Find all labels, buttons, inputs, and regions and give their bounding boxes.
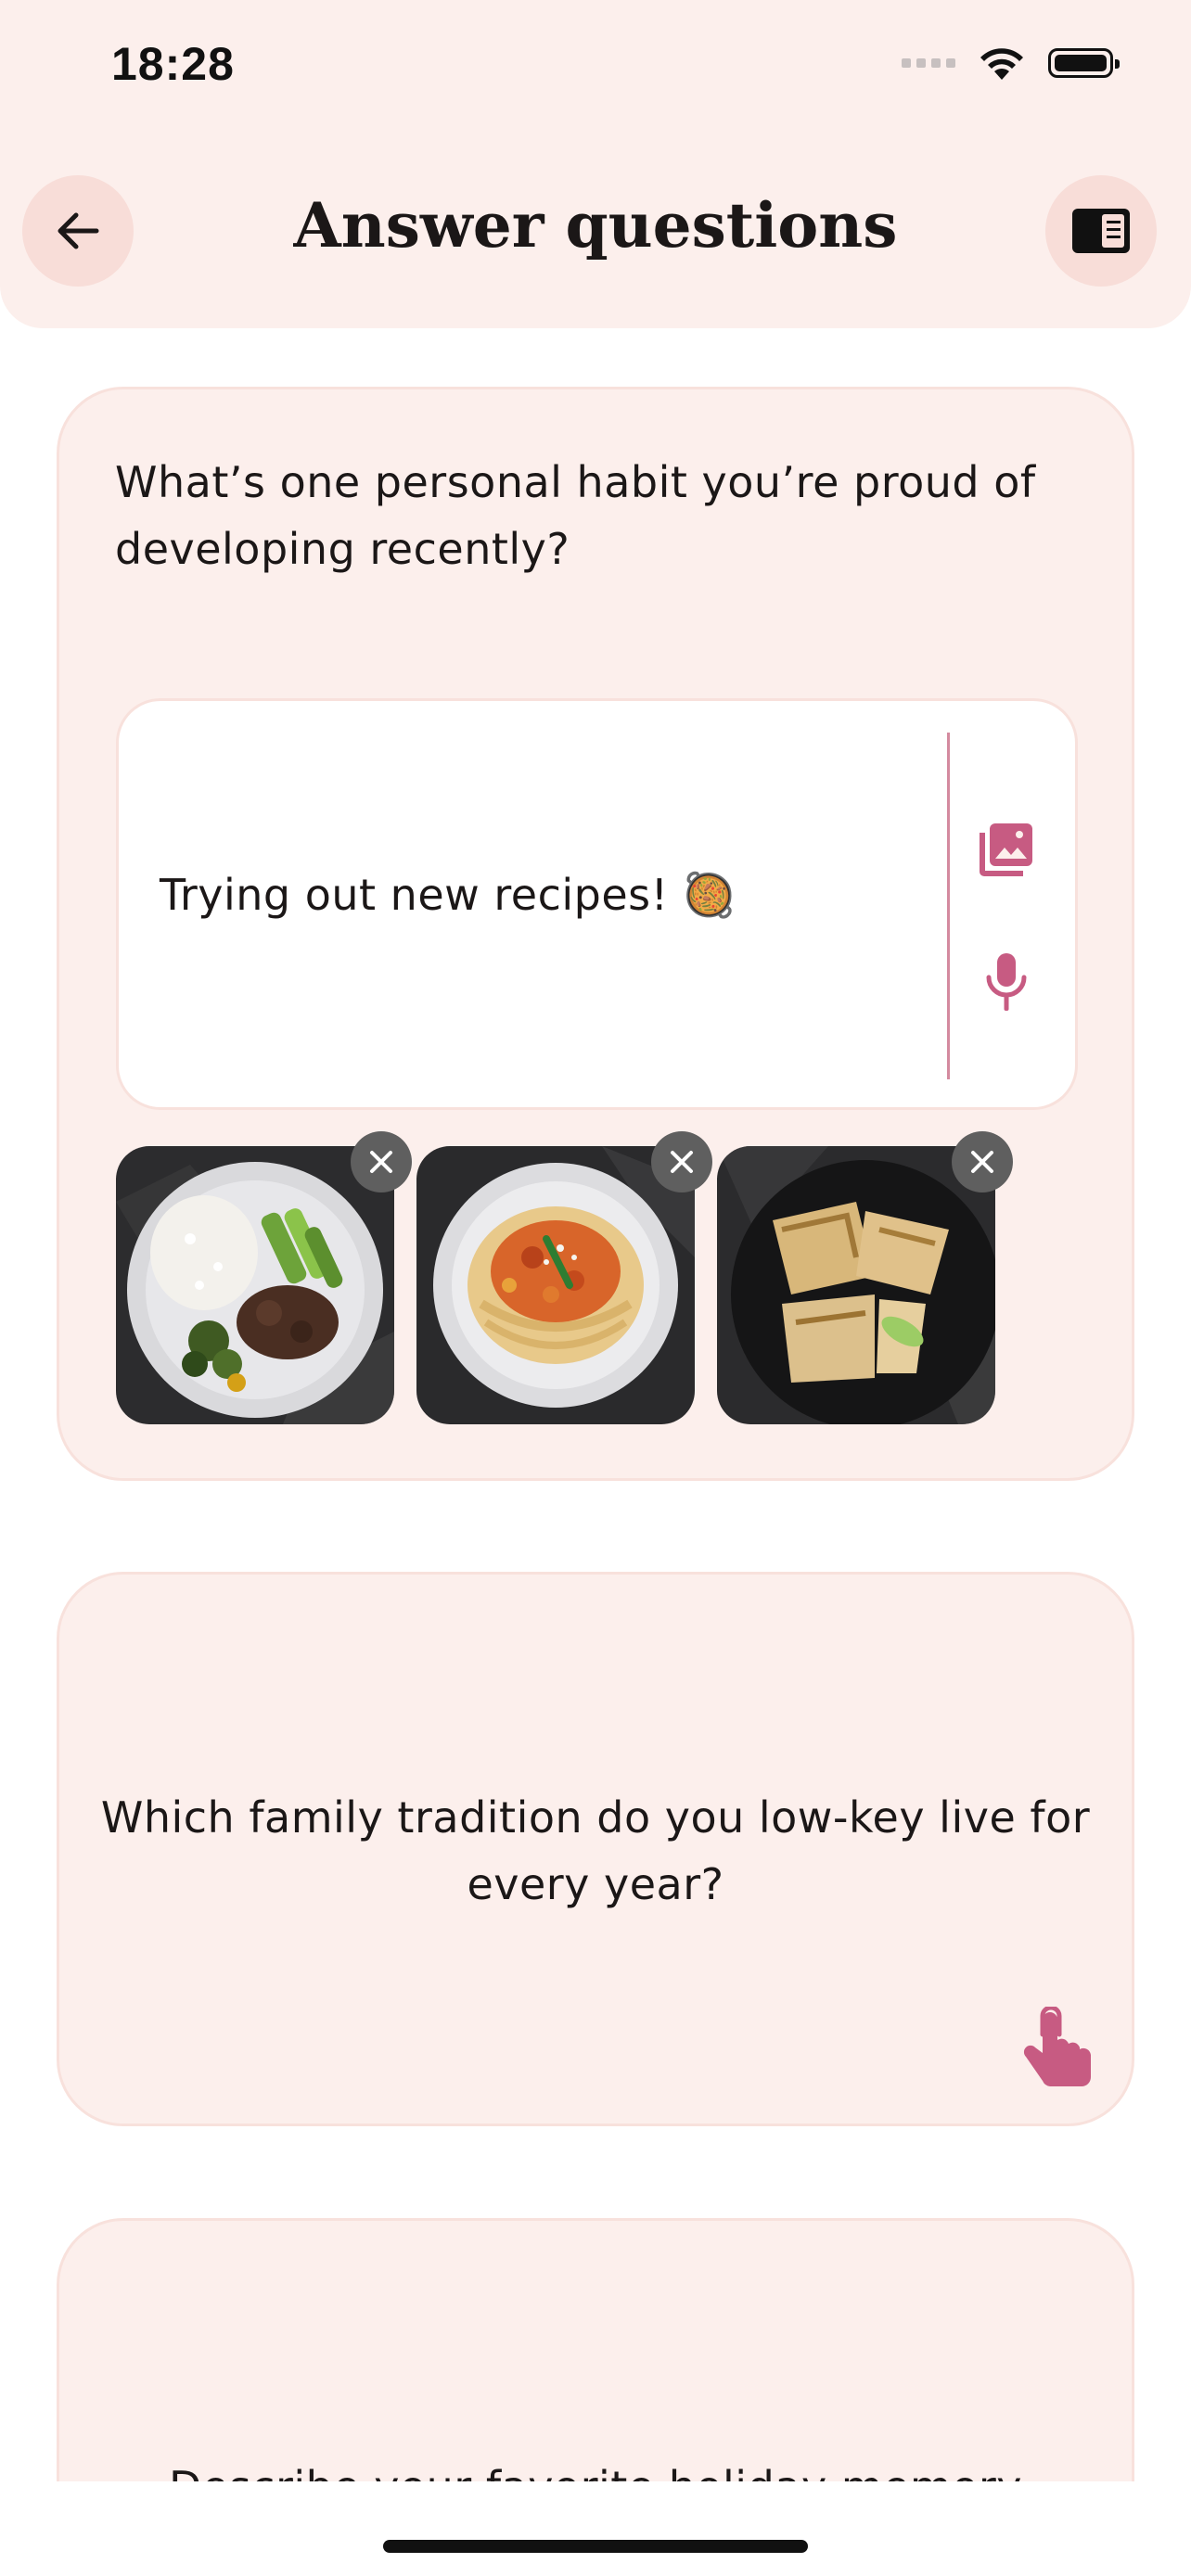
answer-text[interactable]: Trying out new recipes! 🥘 <box>160 870 736 921</box>
tap-hand-icon[interactable] <box>1022 2007 1096 2092</box>
answer-input[interactable]: Trying out new recipes! 🥘 <box>116 698 1078 1110</box>
wifi-icon <box>980 48 1023 80</box>
cellular-signal-icon <box>902 58 955 68</box>
photo-library-icon <box>980 823 1032 876</box>
close-icon <box>370 1151 392 1173</box>
question-text: What’s one personal habit you’re proud o… <box>115 457 1036 574</box>
attachment-photo-wraps[interactable] <box>717 1146 995 1424</box>
question-card-2[interactable]: Which family tradition do you low-key li… <box>57 1572 1134 2126</box>
remove-attachment-button[interactable] <box>651 1131 712 1192</box>
attachment-photo-pasta[interactable] <box>416 1146 695 1424</box>
remove-attachment-button[interactable] <box>351 1131 412 1192</box>
remove-attachment-button[interactable] <box>952 1131 1013 1192</box>
question-text: Which family tradition do you low-key li… <box>100 1792 1091 1909</box>
attachment-photo-rice-beef[interactable] <box>116 1146 394 1424</box>
voice-input-button[interactable] <box>969 945 1044 1019</box>
page-title: Answer questions <box>293 189 898 261</box>
close-icon <box>671 1151 693 1173</box>
reader-panel-button[interactable] <box>1045 175 1157 287</box>
question-card-1: What’s one personal habit you’re proud o… <box>57 387 1134 1481</box>
home-bar-area <box>0 2481 1191 2576</box>
status-icons <box>902 45 1120 82</box>
home-indicator[interactable] <box>383 2540 808 2553</box>
header: 18:28 Answer questions <box>0 0 1191 328</box>
answer-questions-screen: 18:28 Answer questions What’s one person… <box>0 0 1191 2576</box>
wraps-photo <box>717 1146 995 1424</box>
answer-divider <box>947 733 950 1079</box>
status-time: 18:28 <box>111 38 235 90</box>
rice-beef-broccoli-photo <box>116 1146 394 1424</box>
reader-panel-icon <box>1072 209 1130 253</box>
add-photo-button[interactable] <box>969 812 1044 886</box>
pasta-photo <box>416 1146 695 1424</box>
close-icon <box>971 1151 993 1173</box>
battery-icon <box>1048 48 1120 78</box>
microphone-icon <box>986 953 1027 1011</box>
